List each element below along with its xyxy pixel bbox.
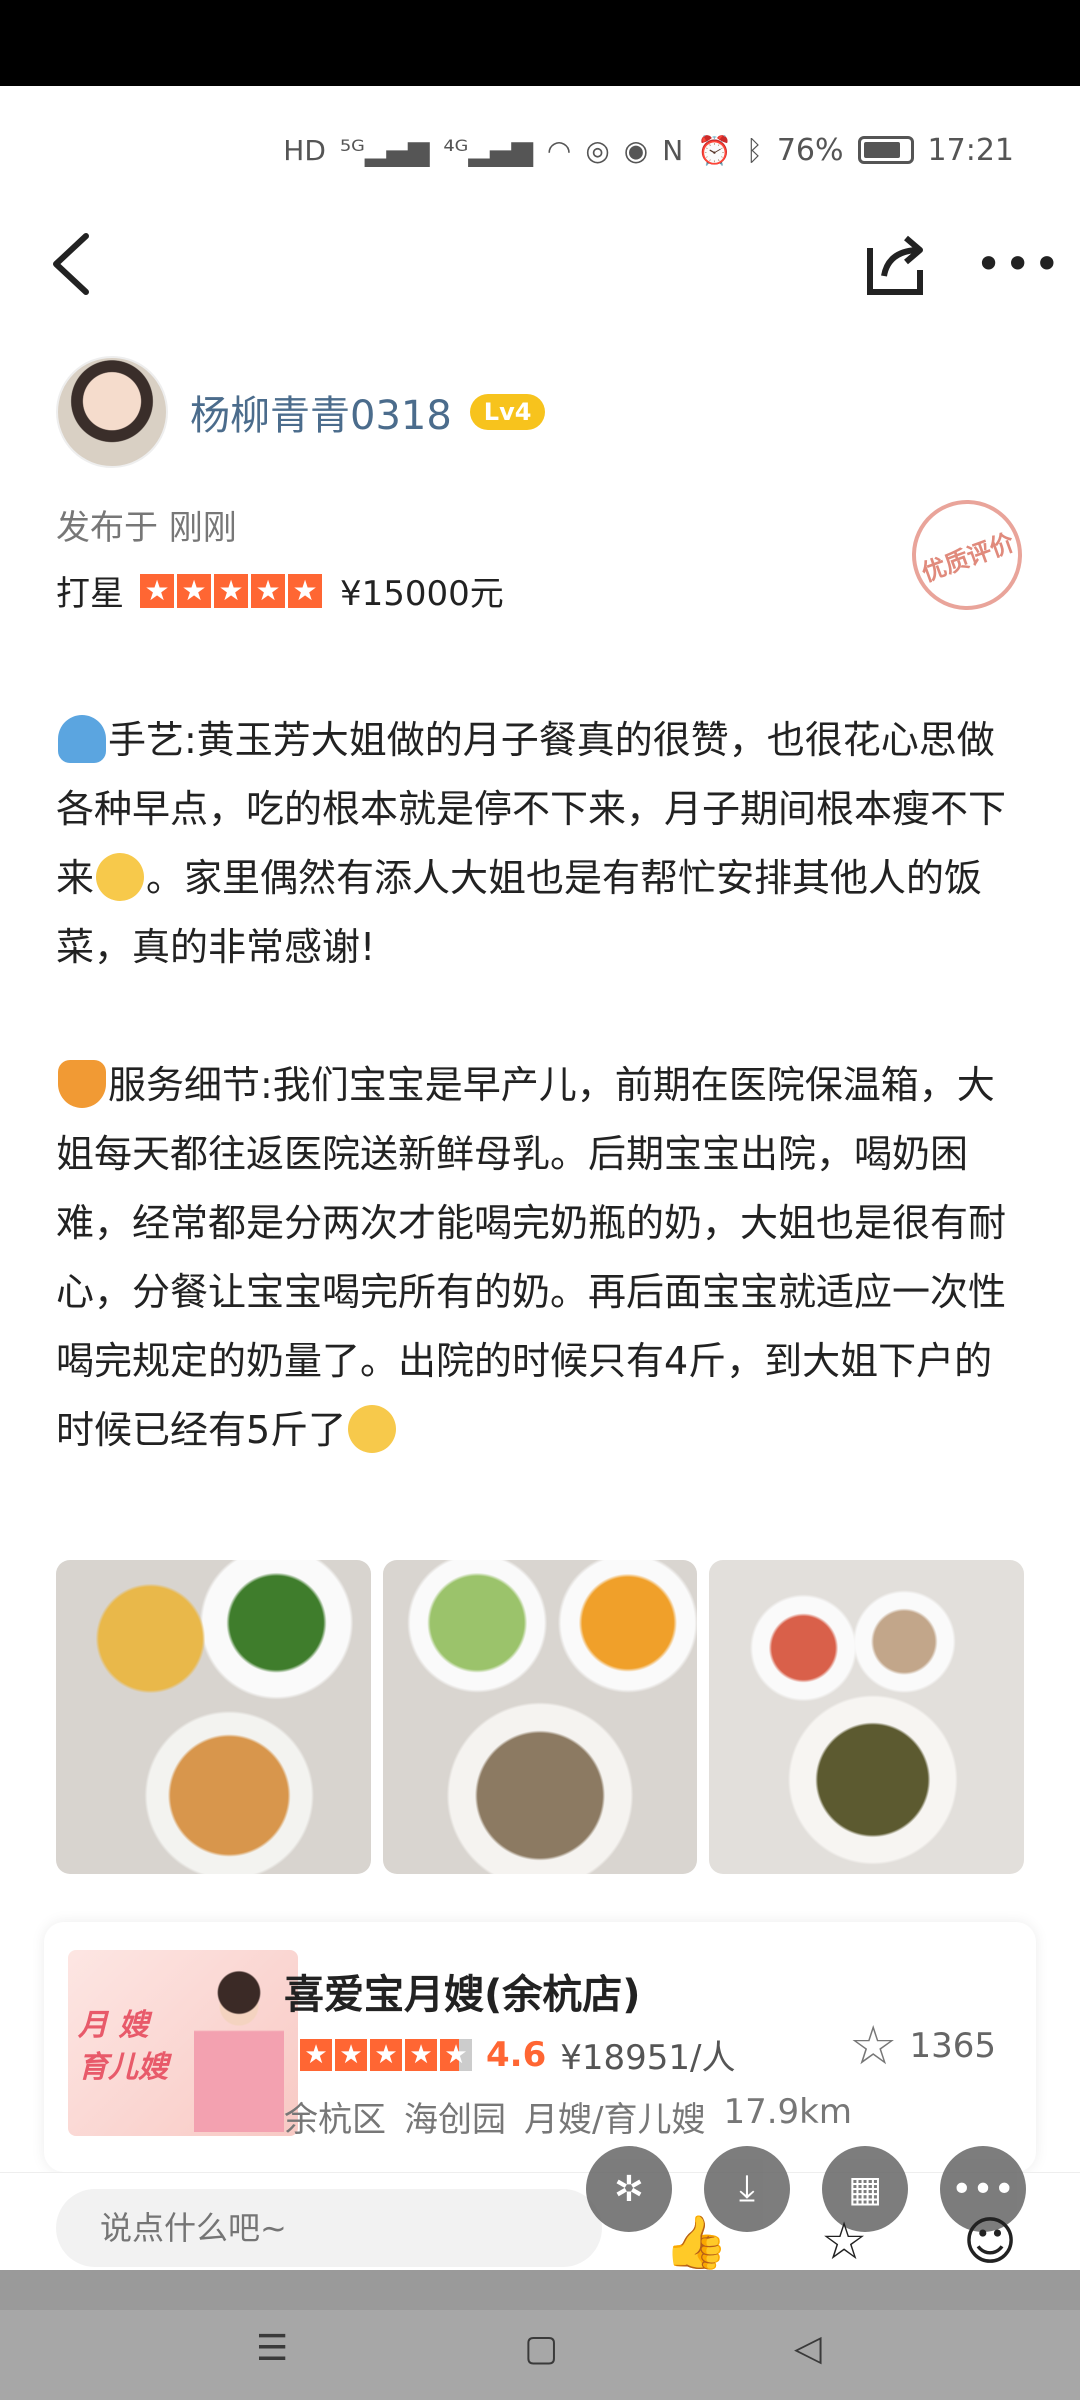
author-row[interactable]: 杨柳青青0318 Lv4 [56,356,546,468]
shop-card[interactable]: 月 嫂 育儿嫂 喜爱宝月嫂(余杭店) ★ ★ ★ ★ ★ 4.6 ¥18951/… [44,1922,1036,2172]
person-icon [58,715,106,763]
star-icon: ★ [251,573,285,608]
menu-nav-icon[interactable]: ☰ [256,2328,288,2369]
signal-5g-icon: ⁵ᴳ▂▄▆ [339,133,430,167]
star-icon: ★ [300,2038,332,2071]
price: ¥15000元 [340,574,504,614]
wechat-icon: ◎ [585,133,610,167]
star-icon: ★ [214,573,248,608]
nav-divider [0,2270,1080,2310]
half-star-icon: ★ [440,2038,472,2071]
shop-thumbnail[interactable]: 月 嫂 育儿嫂 [68,1950,298,2136]
star-rating: ★ ★ ★ ★ ★ [140,573,322,608]
signal-4g-icon: ⁴ᴳ▂▄▆ [443,133,533,167]
clock: 17:21 [927,132,1014,168]
battery-percent: 76% [776,132,844,168]
avatar[interactable] [56,356,168,468]
bluetooth-icon: ᛒ [746,133,763,167]
photo-grid [56,1560,1025,1874]
star-icon: ★ [405,2038,437,2071]
star-icon: ★ [288,573,322,608]
photo-3[interactable] [709,1560,1025,1874]
top-black-bar [0,0,1080,86]
star-icon: ★ [177,573,211,608]
photo-2[interactable] [382,1560,698,1874]
shop-area: 海创园 [404,2100,506,2140]
grin-face-icon [348,1405,397,1453]
system-nav-bar: ☰ ▢ ◁ [0,2270,1080,2400]
review-content: 手艺:黄玉芳大姐做的月子餐真的很赞，也很花心思做各种早点，吃的根本就是停不下来，… [56,706,1016,1534]
comment-icon[interactable]: ☺ [960,2212,1020,2272]
eye-icon: ◉ [623,133,649,167]
shop-district: 余杭区 [284,2100,386,2140]
nfc-icon: N [662,133,684,167]
shop-name[interactable]: 喜爱宝月嫂(余杭店) [284,1962,641,2020]
shop-stars: ★ ★ ★ ★ ★ [300,2038,472,2071]
rating-label: 打星 [56,574,124,614]
author-name[interactable]: 杨柳青青0318 [190,383,452,441]
level-badge: Lv4 [469,394,546,430]
comment-input[interactable] [56,2189,602,2267]
like-icon[interactable]: 👍 [664,2212,729,2273]
paragraph-service: 服务细节:我们宝宝是早产儿，前期在医院保温箱，大姐每天都往返医院送新鲜母乳。后期… [56,1051,1016,1465]
satisfied-face-icon [96,853,145,901]
battery-icon [857,136,914,164]
shop-category: 月嫂/育儿嫂 [524,2100,706,2140]
alarm-icon: ⏰ [697,133,733,167]
rating-row: 打星 ★ ★ ★ ★ ★ ¥15000元 [56,566,504,615]
favorite-button[interactable]: ☆ 1365 [849,2014,996,2077]
favorite-star-icon[interactable]: ☆ [814,2212,874,2272]
bottom-action-bar [0,2172,1080,2270]
quality-review-stamp: 优质评价 [896,484,1038,626]
nav-bar: ••• [0,214,1080,314]
hd-icon: HD [283,133,326,167]
shop-distance: 17.9km [723,2092,852,2132]
shop-avg-price: ¥18951/人 [560,2038,736,2078]
share-icon[interactable] [860,226,930,302]
publish-time: 发布于 刚刚 [56,508,237,548]
favorite-count: 1365 [909,2026,996,2066]
more-icon[interactable]: ••• [975,241,1060,287]
back-nav-icon[interactable]: ◁ [794,2328,822,2369]
back-icon[interactable] [44,228,104,300]
photo-1[interactable] [56,1560,371,1874]
status-bar: HD ⁵ᴳ▂▄▆ ⁴ᴳ▂▄▆ ◠ ◎ ◉ N ⏰ ᛒ 76% 17:21 [0,86,1080,214]
magic-icon[interactable]: ✲ [586,2146,672,2232]
shop-score: 4.6 [486,2034,547,2075]
wifi-icon: ◠ [546,133,572,167]
heart-hands-icon [58,1060,106,1108]
shop-rating: ★ ★ ★ ★ ★ 4.6 ¥18951/人 [284,2030,735,2079]
nanny-figure [194,1962,284,2132]
star-icon: ★ [140,573,174,608]
star-outline-icon: ☆ [849,2014,898,2077]
home-nav-icon[interactable]: ▢ [524,2328,558,2369]
star-icon: ★ [370,2038,402,2071]
shop-meta: 余杭区 海创园 月嫂/育儿嫂 17.9km [284,2092,852,2141]
star-icon: ★ [335,2038,367,2071]
paragraph-craft: 手艺:黄玉芳大姐做的月子餐真的很赞，也很花心思做各种早点，吃的根本就是停不下来，… [56,706,1016,982]
